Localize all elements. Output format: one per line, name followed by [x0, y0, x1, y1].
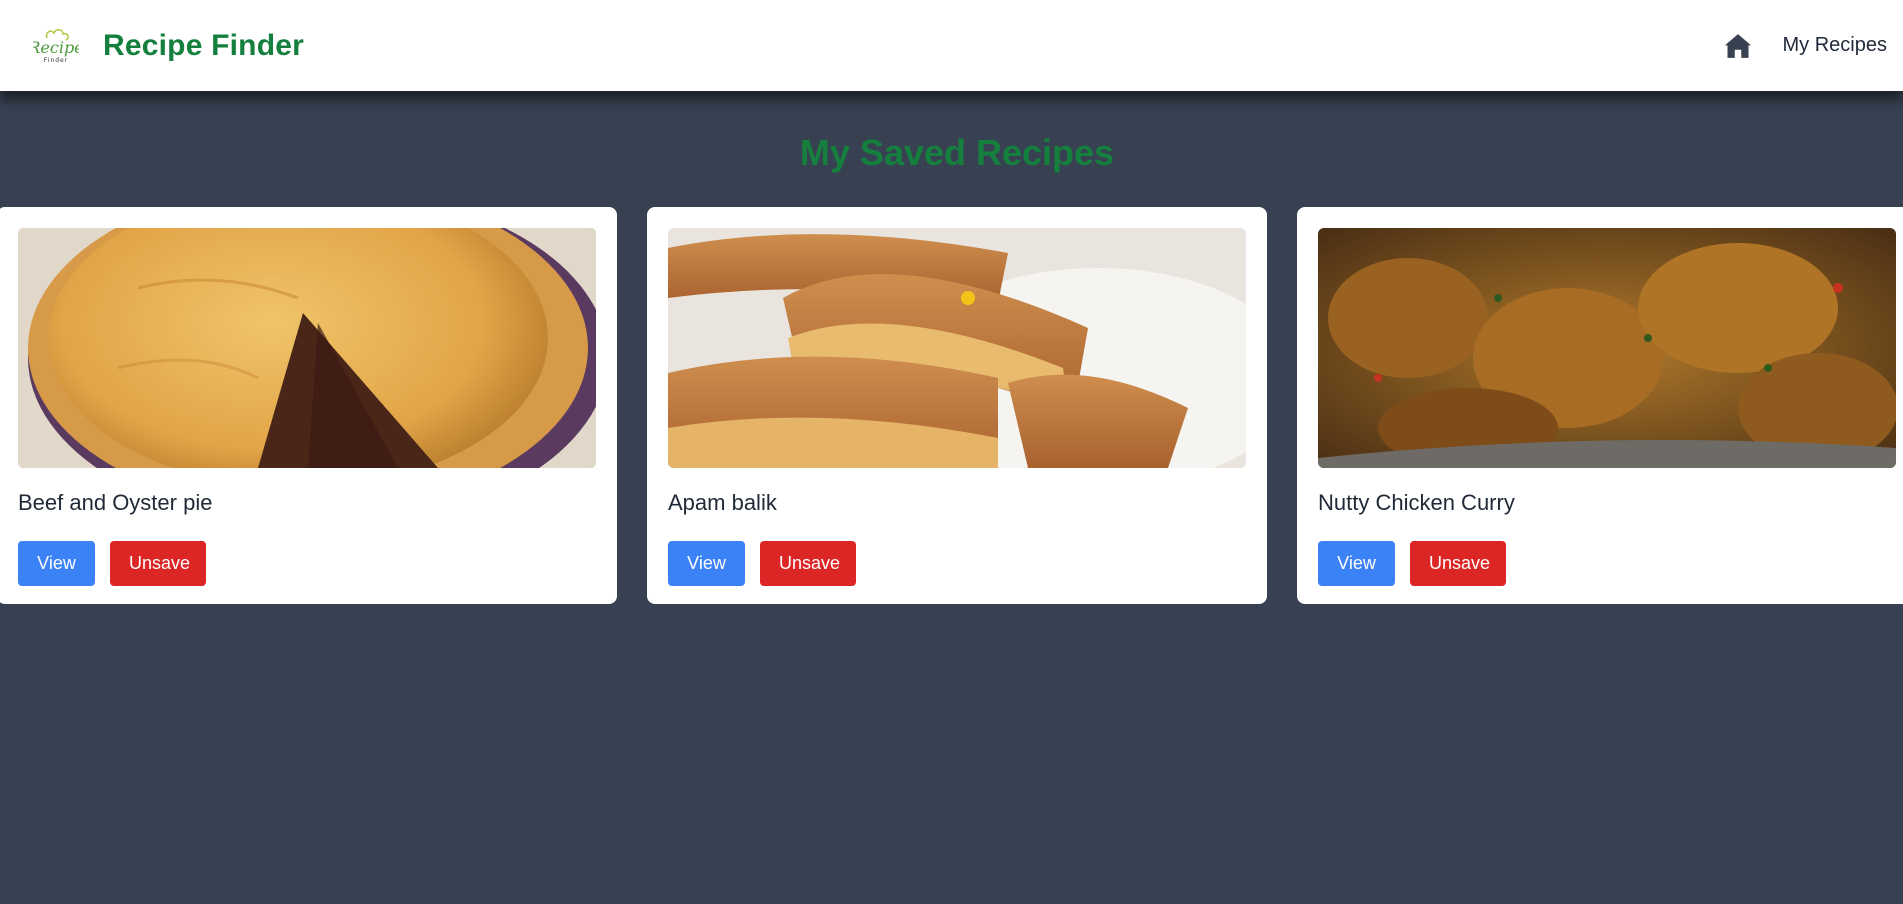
recipe-title: Apam balik	[668, 490, 777, 515]
svg-text:Recipe: Recipe	[33, 38, 79, 57]
brand-title: Recipe Finder	[103, 28, 304, 62]
my-recipes-link[interactable]: My Recipes	[1783, 34, 1887, 57]
unsave-button[interactable]: Unsave	[760, 541, 856, 586]
recipe-finder-logo: Recipe Finder	[33, 26, 79, 66]
recipe-actions: View Unsave	[668, 541, 1246, 586]
recipe-image[interactable]	[18, 228, 596, 468]
brand[interactable]: Recipe Finder Recipe Finder	[33, 26, 304, 66]
unsave-button[interactable]: Unsave	[110, 541, 206, 586]
home-icon[interactable]	[1723, 31, 1753, 61]
navbar: Recipe Finder Recipe Finder My Recipes	[0, 0, 1903, 91]
recipe-card: Apam balik View Unsave	[647, 207, 1267, 604]
recipe-image[interactable]	[1318, 228, 1896, 468]
nav-links: My Recipes	[1723, 31, 1887, 61]
recipe-image[interactable]	[668, 228, 1246, 468]
recipe-actions: View Unsave	[1318, 541, 1896, 586]
view-button[interactable]: View	[1318, 541, 1395, 586]
recipe-title: Nutty Chicken Curry	[1318, 490, 1515, 515]
view-button[interactable]: View	[18, 541, 95, 586]
recipe-card: Beef and Oyster pie View Unsave	[0, 207, 617, 604]
svg-text:Finder: Finder	[44, 57, 68, 64]
view-button[interactable]: View	[668, 541, 745, 586]
saved-recipes-list: Beef and Oyster pie View Unsave Apam bal	[0, 207, 1903, 605]
unsave-button[interactable]: Unsave	[1410, 541, 1506, 586]
recipe-title: Beef and Oyster pie	[18, 490, 213, 515]
recipe-actions: View Unsave	[18, 541, 596, 586]
page-title: My Saved Recipes	[799, 132, 1115, 173]
recipe-card: Nutty Chicken Curry View Unsave	[1297, 207, 1903, 604]
